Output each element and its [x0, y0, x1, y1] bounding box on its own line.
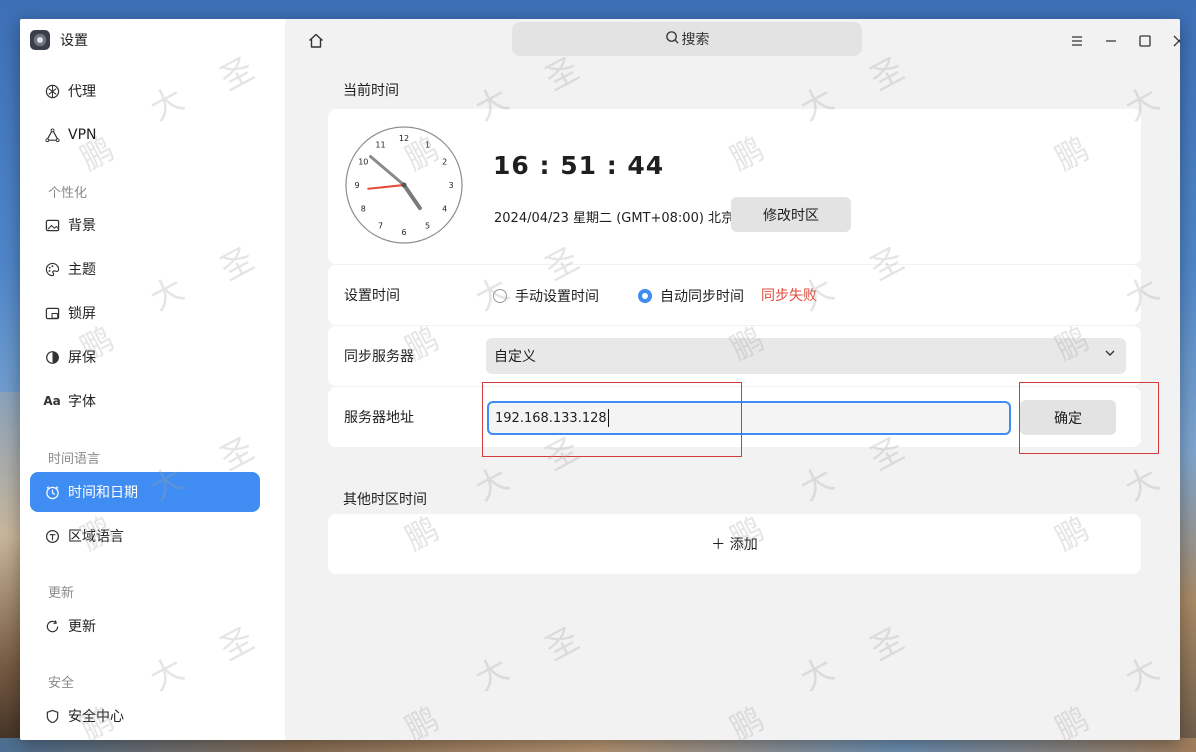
- vpn-icon: [44, 127, 60, 143]
- clock-number: 3: [448, 181, 453, 190]
- search-input[interactable]: 搜索: [512, 22, 862, 56]
- clock-number: 12: [399, 134, 409, 143]
- set-time-row: 设置时间 手动设置时间 自动同步时间 同步失败: [328, 265, 1141, 325]
- manual-time-radio[interactable]: 手动设置时间: [493, 286, 599, 306]
- digital-time: 16 : 51 : 44: [493, 151, 665, 180]
- sidebar-item-label: 屏保: [68, 350, 96, 366]
- auto-sync-radio[interactable]: 自动同步时间: [638, 286, 744, 306]
- clock-number: 6: [401, 228, 406, 237]
- current-time-title: 当前时间: [343, 83, 399, 99]
- group-title-security: 安全: [48, 676, 75, 691]
- settings-window: 设置 代理 VPN 个性化 背景 主题 锁屏 屏保 Aa 字体 时间语言 时间和…: [20, 19, 1180, 740]
- current-time-card: 1 2 3 4 5 6 7 8 9 10 11 12 16 : 51 : 44 2024/04/23 …: [328, 109, 1141, 264]
- auto-sync-label: 自动同步时间: [660, 289, 744, 305]
- highlight-box-address: [482, 382, 742, 457]
- palette-icon: [44, 261, 60, 277]
- set-time-label: 设置时间: [344, 288, 400, 304]
- sidebar-item-datetime[interactable]: 时间和日期: [30, 472, 260, 512]
- sync-server-value: 自定义: [494, 349, 536, 365]
- sidebar-item-label: 区域语言: [68, 529, 124, 545]
- region-icon: [44, 528, 60, 544]
- search-placeholder: 搜索: [681, 32, 710, 48]
- minimize-icon[interactable]: [1101, 31, 1121, 51]
- sidebar-item-label: 时间和日期: [68, 485, 138, 501]
- sidebar-item-security-center[interactable]: 安全中心: [30, 696, 260, 736]
- proxy-icon: [44, 83, 60, 99]
- sync-status-text: 同步失败: [761, 288, 817, 304]
- clock-number: 1: [425, 140, 430, 149]
- clock-number: 7: [378, 222, 383, 231]
- desktop-wallpaper-bottom: [0, 738, 1196, 752]
- lockscreen-icon: [44, 305, 60, 321]
- clock-number: 8: [361, 205, 366, 214]
- sidebar-item-label: 代理: [68, 84, 96, 100]
- radio-unchecked-icon: [493, 289, 507, 303]
- refresh-icon: [44, 618, 60, 634]
- sidebar-item-label: 锁屏: [68, 306, 96, 322]
- manual-time-label: 手动设置时间: [515, 289, 599, 305]
- sidebar-item-region-language[interactable]: 区域语言: [30, 516, 260, 556]
- sync-server-select[interactable]: 自定义: [486, 338, 1126, 374]
- clock-number: 4: [442, 205, 447, 214]
- sidebar-item-lockscreen[interactable]: 锁屏: [30, 293, 260, 333]
- sidebar-item-label: 更新: [68, 619, 96, 635]
- sidebar-item-wallpaper[interactable]: 背景: [30, 205, 260, 245]
- menu-icon[interactable]: [1067, 31, 1087, 51]
- group-title-update: 更新: [48, 586, 75, 601]
- font-icon: Aa: [43, 394, 61, 408]
- chevron-down-icon: [1104, 347, 1116, 362]
- app-header: 设置: [30, 30, 88, 50]
- screensaver-icon: [44, 349, 60, 365]
- sync-server-row: 同步服务器 自定义: [328, 326, 1141, 386]
- search-icon: [665, 30, 680, 49]
- sidebar-item-vpn[interactable]: VPN: [30, 115, 260, 155]
- change-timezone-button[interactable]: 修改时区: [731, 197, 851, 232]
- group-title-personalization: 个性化: [48, 186, 88, 201]
- home-icon[interactable]: [307, 32, 325, 50]
- sidebar-item-font[interactable]: Aa 字体: [30, 381, 260, 421]
- clock-icon: [44, 484, 60, 500]
- sidebar-item-label: 背景: [68, 218, 96, 234]
- sync-server-label: 同步服务器: [344, 349, 414, 365]
- server-address-label: 服务器地址: [344, 410, 414, 426]
- clock-number: 10: [358, 158, 368, 167]
- main-content: 搜索 当前时间 1 2 3 4 5 6 7 8 9 10 11 12 16 : 51 : 44: [285, 19, 1180, 740]
- app-title: 设置: [60, 33, 88, 49]
- clock-number: 2: [442, 158, 447, 167]
- sidebar-item-label: 安全中心: [68, 709, 124, 725]
- sidebar-item-label: VPN: [68, 127, 97, 143]
- sidebar-item-update[interactable]: 更新: [30, 606, 260, 646]
- radio-checked-icon: [638, 289, 652, 303]
- settings-app-icon: [30, 30, 50, 50]
- group-title-time-language: 时间语言: [48, 452, 101, 467]
- analog-clock: 123456789101112: [345, 126, 463, 244]
- clock-number: 11: [375, 140, 385, 149]
- shield-icon: [44, 708, 60, 724]
- add-timezone-label: ＋ 添加: [711, 537, 758, 553]
- highlight-box-confirm: [1019, 382, 1159, 454]
- wallpaper-icon: [44, 217, 60, 233]
- clock-number: 9: [354, 181, 359, 190]
- date-timezone-text: 2024/04/23 星期二 (GMT+08:00) 北京: [494, 211, 735, 226]
- other-timezone-title: 其他时区时间: [343, 492, 427, 508]
- clock-number: 5: [425, 222, 430, 231]
- sidebar-item-proxy[interactable]: 代理: [30, 71, 260, 111]
- sidebar-item-screensaver[interactable]: 屏保: [30, 337, 260, 377]
- close-icon[interactable]: [1169, 31, 1180, 51]
- add-timezone-button[interactable]: ＋ 添加: [328, 514, 1141, 574]
- sidebar-item-label: 字体: [68, 394, 96, 410]
- sidebar: 设置 代理 VPN 个性化 背景 主题 锁屏 屏保 Aa 字体 时间语言 时间和…: [20, 19, 285, 740]
- sidebar-item-theme[interactable]: 主题: [30, 249, 260, 289]
- sidebar-item-label: 主题: [68, 262, 96, 278]
- maximize-icon[interactable]: [1135, 31, 1155, 51]
